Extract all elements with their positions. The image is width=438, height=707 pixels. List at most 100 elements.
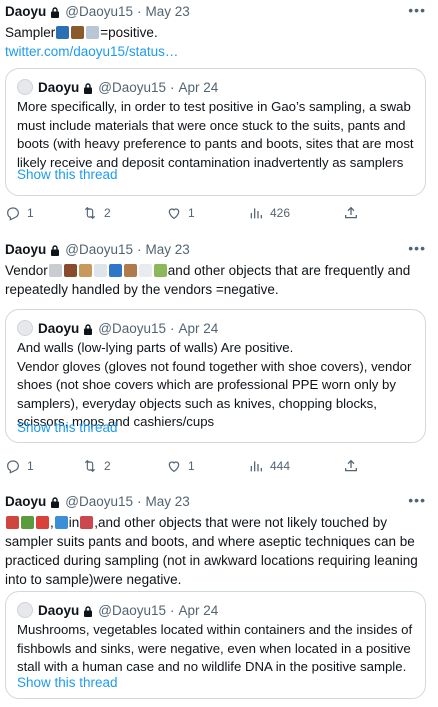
tweet-text-suffix: =positive. xyxy=(100,25,158,40)
phone-emoji-icon xyxy=(108,264,122,277)
views-count: 444 xyxy=(270,459,291,473)
separator-dot: · xyxy=(170,79,175,95)
tweet-text: Vendor and other objects that are frequen… xyxy=(5,261,430,299)
tweet-text: , in ,and other objects that were not like… xyxy=(5,515,418,587)
avatar[interactable] xyxy=(17,79,33,95)
tweet-header: Daoyu @Daoyu15 · May 23 xyxy=(5,494,190,509)
box-emoji-icon xyxy=(78,264,92,277)
quoted-tweet[interactable]: Daoyu @Daoyu15 · Apr 24 Mushrooms, veget… xyxy=(5,591,426,699)
bowl-emoji-icon xyxy=(63,264,77,277)
separator-dot: · xyxy=(170,602,175,618)
quoted-tweet[interactable]: Daoyu @Daoyu15 · Apr 24 And walls (low-l… xyxy=(5,309,426,443)
cup-emoji-icon xyxy=(93,264,107,277)
separator-dot: · xyxy=(170,320,175,336)
coat-emoji-icon xyxy=(86,26,100,39)
views-chart-icon xyxy=(250,208,262,219)
tweet-link[interactable]: twitter.com/daoyu15/status… xyxy=(5,44,178,59)
quote-date: Apr 24 xyxy=(178,602,219,618)
author-name[interactable]: Daoyu xyxy=(5,4,46,19)
quote-author-handle: @Daoyu15 xyxy=(98,602,167,618)
quote-header: Daoyu @Daoyu15 · Apr 24 xyxy=(17,320,218,336)
tray-emoji-icon xyxy=(153,264,167,277)
separator-dot: · xyxy=(137,494,142,509)
quote-text: More specifically, in order to test posi… xyxy=(17,99,414,170)
quote-author-handle: @Daoyu15 xyxy=(98,79,167,95)
show-thread-link[interactable]: Show this thread xyxy=(17,420,118,435)
share-icon xyxy=(345,206,357,219)
views-button[interactable]: 426 xyxy=(248,205,290,221)
tweet-date[interactable]: May 23 xyxy=(146,494,190,509)
tweet-header: Daoyu @Daoyu15 · May 23 xyxy=(5,4,190,19)
quote-date: Apr 24 xyxy=(178,79,219,95)
quote-author-name: Daoyu xyxy=(38,602,80,618)
quote-date: Apr 24 xyxy=(178,320,219,336)
mushroom-emoji-icon xyxy=(6,516,19,529)
author-handle[interactable]: @Daoyu15 xyxy=(65,242,133,257)
show-thread-link[interactable]: Show this thread xyxy=(17,675,118,690)
share-icon xyxy=(345,459,357,472)
retweet-button[interactable]: 2 xyxy=(82,205,111,221)
tweet-date[interactable]: May 23 xyxy=(146,242,190,257)
reply-button[interactable]: 1 xyxy=(5,458,34,474)
separator-dot: · xyxy=(137,242,142,257)
author-name[interactable]: Daoyu xyxy=(5,242,46,257)
avatar[interactable] xyxy=(17,320,33,336)
like-button[interactable]: 1 xyxy=(166,458,195,474)
leafy-green-emoji-icon xyxy=(21,516,34,529)
separator-dot: · xyxy=(137,4,142,19)
author-handle[interactable]: @Daoyu15 xyxy=(65,494,133,509)
retweet-count: 2 xyxy=(104,459,111,473)
more-options-icon[interactable]: ••• xyxy=(408,2,426,18)
lock-icon xyxy=(84,323,93,335)
tweet-date[interactable]: May 23 xyxy=(146,4,190,19)
quote-header: Daoyu @Daoyu15 · Apr 24 xyxy=(17,79,218,95)
lock-icon xyxy=(51,7,60,18)
retweet-icon xyxy=(84,459,96,473)
lock-icon xyxy=(84,82,93,94)
tweet-header: Daoyu @Daoyu15 · May 23 xyxy=(5,242,190,257)
retweet-count: 2 xyxy=(104,206,111,220)
author-handle[interactable]: @Daoyu15 xyxy=(65,4,133,19)
quote-text: And walls (low-lying parts of walls) Are… xyxy=(17,340,412,429)
author-name[interactable]: Daoyu xyxy=(5,494,46,509)
views-button[interactable]: 444 xyxy=(248,458,290,474)
more-options-icon[interactable]: ••• xyxy=(408,492,426,508)
toilet-emoji-icon xyxy=(138,264,152,277)
reply-icon xyxy=(7,460,19,474)
quote-text: Mushrooms, vegetables located within con… xyxy=(17,622,413,674)
boot-emoji-icon xyxy=(71,26,85,39)
knife-emoji-icon xyxy=(48,264,62,277)
ladder-emoji-icon xyxy=(123,264,137,277)
crab-emoji-icon xyxy=(36,516,49,529)
quote-author-name: Daoyu xyxy=(38,320,80,336)
lips-emoji-icon xyxy=(80,516,94,529)
lock-icon xyxy=(84,605,93,617)
like-count: 1 xyxy=(188,459,195,473)
retweet-icon xyxy=(84,206,96,220)
like-button[interactable]: 1 xyxy=(166,205,195,221)
reply-icon xyxy=(7,207,19,221)
like-count: 1 xyxy=(188,206,195,220)
retweet-button[interactable]: 2 xyxy=(82,458,111,474)
reply-count: 1 xyxy=(27,206,34,220)
quote-author-handle: @Daoyu15 xyxy=(98,320,167,336)
lock-icon xyxy=(51,497,60,508)
lock-icon xyxy=(51,245,60,256)
heart-icon xyxy=(168,461,180,473)
quote-author-name: Daoyu xyxy=(38,79,80,95)
share-button[interactable] xyxy=(343,458,365,474)
quoted-tweet[interactable]: Daoyu @Daoyu15 · Apr 24 More specificall… xyxy=(5,68,426,196)
tweet-actions: 1 2 1 426 xyxy=(0,205,438,225)
tweet-text-mid: in xyxy=(68,515,80,530)
more-options-icon[interactable]: ••• xyxy=(408,240,426,256)
wave-emoji-icon xyxy=(54,516,68,529)
reply-button[interactable]: 1 xyxy=(5,205,34,221)
views-chart-icon xyxy=(250,461,262,472)
avatar[interactable] xyxy=(17,602,33,618)
share-button[interactable] xyxy=(343,205,365,221)
jeans-emoji-icon xyxy=(56,26,70,39)
tweet-text: Sampler =positive. twitter.com/daoyu15/st… xyxy=(5,23,430,61)
reply-count: 1 xyxy=(27,459,34,473)
views-count: 426 xyxy=(270,206,291,220)
show-thread-link[interactable]: Show this thread xyxy=(17,167,118,182)
